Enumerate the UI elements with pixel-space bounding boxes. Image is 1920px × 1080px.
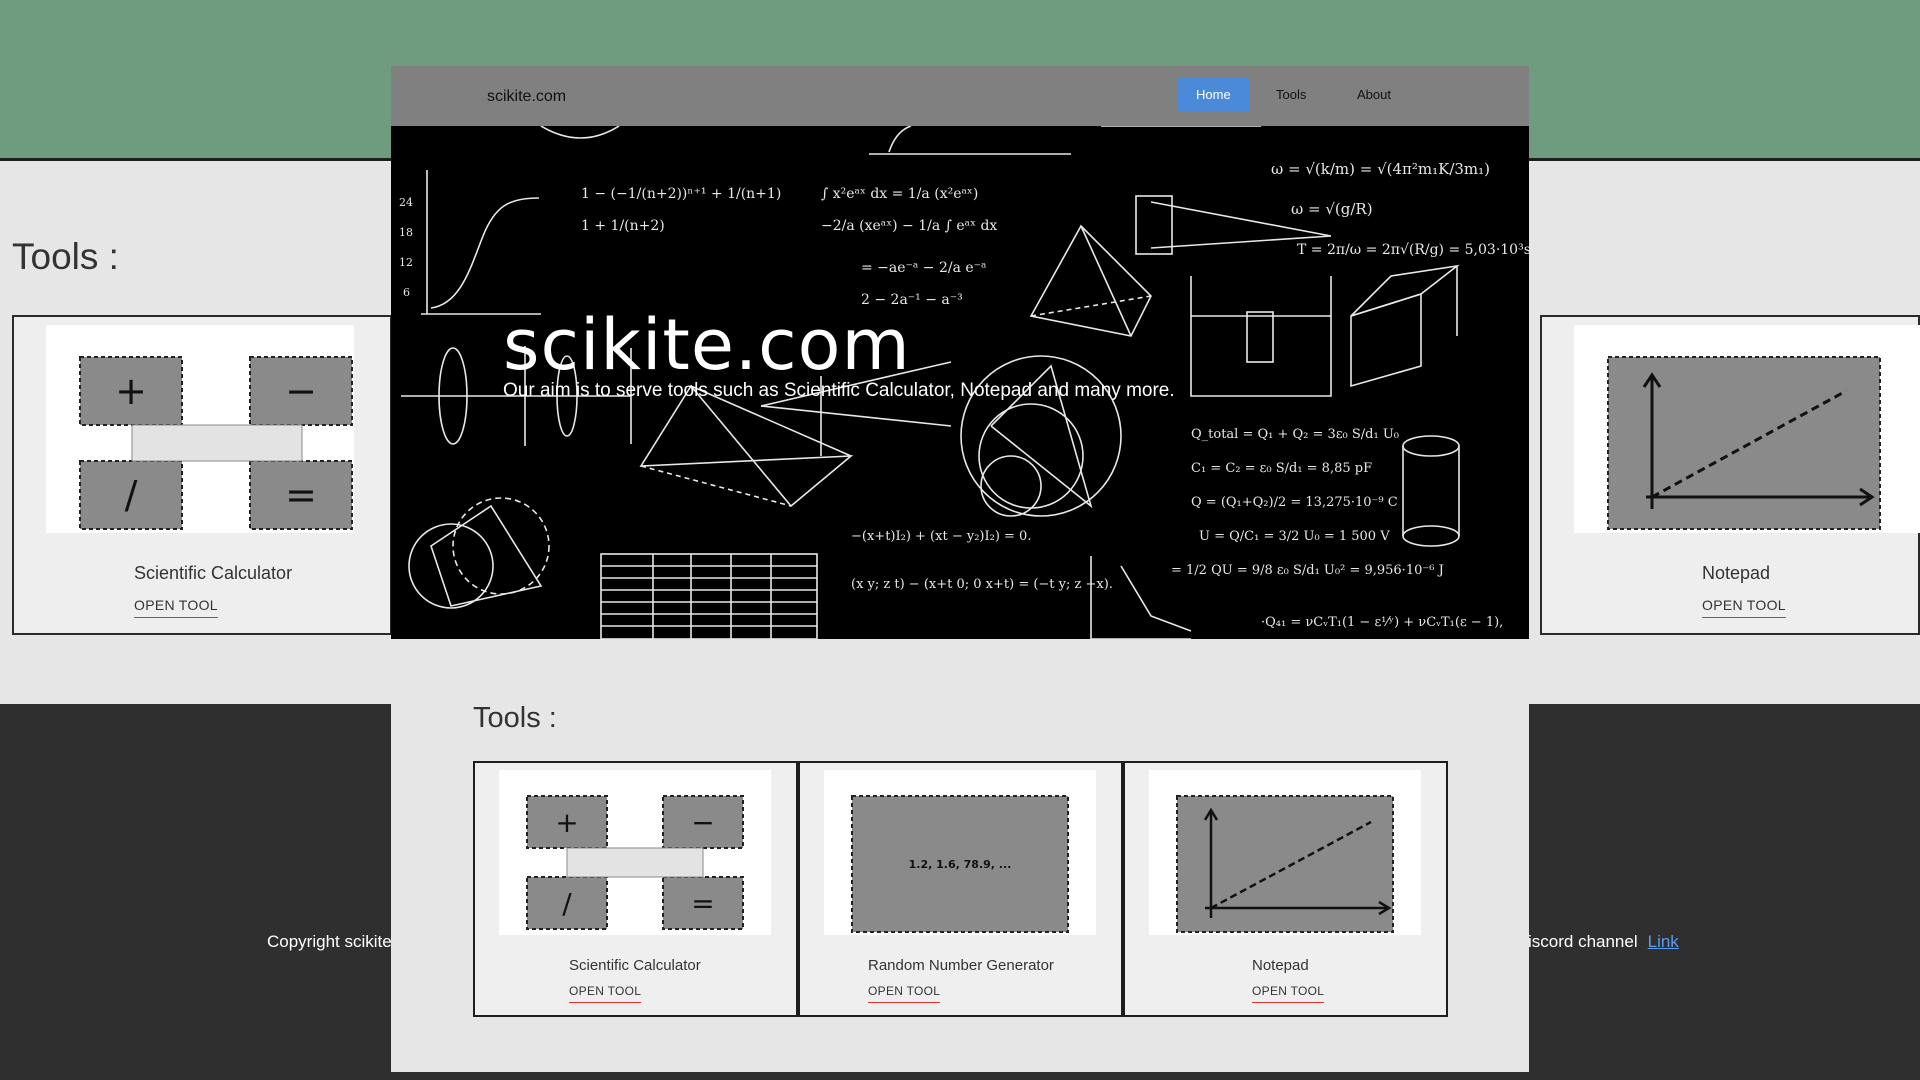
- svg-text:=: =: [285, 473, 317, 517]
- open-tool-link[interactable]: OPEN TOOL: [1252, 984, 1325, 1003]
- svg-text:Q = (Q₁+Q₂)/2 = 13,275·10⁻⁹ C: Q = (Q₁+Q₂)/2 = 13,275·10⁻⁹ C: [1191, 495, 1398, 510]
- background-footer-discord-text: iscord channel: [1528, 932, 1638, 951]
- random-numbers-icon: 1.2, 1.6, 78.9, ...: [824, 770, 1096, 935]
- background-tools-heading: Tools :: [12, 236, 119, 277]
- svg-text:1 − (−1/(n+2))ⁿ⁺¹ + 1/(n+1): 1 − (−1/(n+2))ⁿ⁺¹ + 1/(n+1): [581, 186, 781, 202]
- background-footer-link: Link: [1647, 932, 1679, 951]
- svg-text:T = 2π/ω = 2π√(R/g) = 5,03·10³: T = 2π/ω = 2π√(R/g) = 5,03·10³s.: [1297, 242, 1529, 258]
- svg-text:(x y; z t) − (x+t 0; 0 x+t) =: (x y; z t) − (x+t 0; 0 x+t) = (−t y; z −…: [851, 577, 1113, 592]
- nav-item-about[interactable]: About: [1339, 78, 1409, 112]
- svg-text:6: 6: [403, 286, 410, 299]
- svg-text:18: 18: [399, 226, 413, 239]
- background-open-tool-link: OPEN TOOL: [1702, 597, 1786, 618]
- svg-text:=: =: [691, 887, 714, 920]
- calculator-icon: + − / =: [499, 770, 771, 935]
- svg-text:/: /: [125, 473, 138, 517]
- svg-text:1 + 1/(n+2): 1 + 1/(n+2): [581, 218, 665, 234]
- background-card-scientific-calculator: + − / = Scientific Calculator OPEN TOOL: [12, 315, 392, 635]
- background-footer-copyright: Copyright scikite: [267, 932, 392, 951]
- svg-text:U = Q/C₁ = 3/2 U₀ = 1 500 V: U = Q/C₁ = 3/2 U₀ = 1 500 V: [1199, 529, 1390, 544]
- background-footer-discord: iscord channel Link: [1528, 932, 1679, 952]
- tool-card-title: Random Number Generator: [868, 957, 1054, 974]
- navbar: scikite.com Home Tools About: [391, 66, 1529, 126]
- background-card-title: Notepad: [1702, 563, 1771, 583]
- background-open-tool-link: OPEN TOOL: [134, 597, 218, 618]
- open-tool-link[interactable]: OPEN TOOL: [868, 984, 941, 1003]
- svg-text:/: /: [562, 887, 572, 920]
- browser-window: scikite.com Home Tools About 24 18 12 6 …: [391, 66, 1529, 1072]
- tool-card-scientific-calculator[interactable]: + − / = Scientific Calculator OPEN TOOL: [473, 761, 798, 1017]
- hero-subtitle: Our aim is to serve tools such as Scient…: [503, 380, 1175, 401]
- svg-text:= 1/2 QU = 9/8 ε₀ S/d₁ U₀² = 9: = 1/2 QU = 9/8 ε₀ S/d₁ U₀² = 9,956·10⁻⁶ …: [1171, 563, 1444, 578]
- svg-text:24: 24: [399, 196, 413, 209]
- nav-item-home[interactable]: Home: [1178, 78, 1249, 112]
- brand-logo-text[interactable]: scikite.com: [487, 88, 566, 106]
- hero-title: scikite.com: [503, 304, 911, 386]
- svg-text:C₁ = C₂ = ε₀ S/d₁ = 8,85 pF: C₁ = C₂ = ε₀ S/d₁ = 8,85 pF: [1191, 461, 1372, 476]
- chart-line-icon: [1149, 770, 1421, 935]
- tool-card-notepad[interactable]: Notepad OPEN TOOL: [1123, 761, 1448, 1017]
- tools-heading: Tools :: [473, 702, 557, 734]
- calculator-icon: + − / =: [46, 325, 354, 533]
- svg-text:·Q₄₁ = νCᵥT₁(1 − ε¹⁄ʸ) + νCᵥT₁: ·Q₄₁ = νCᵥT₁(1 − ε¹⁄ʸ) + νCᵥT₁(ε − 1),: [1261, 615, 1503, 630]
- hero-banner: 24 18 12 6 1 − (−1/(n+2))ⁿ⁺¹ + 1/(n+1) 1…: [391, 126, 1529, 639]
- svg-text:ω = √(k/m) = √(4π²m₁K/3m₁): ω = √(k/m) = √(4π²m₁K/3m₁): [1271, 160, 1490, 178]
- tool-card-random-number-generator[interactable]: 1.2, 1.6, 78.9, ... Random Number Genera…: [798, 761, 1123, 1017]
- svg-text:+: +: [115, 369, 147, 413]
- open-tool-link[interactable]: OPEN TOOL: [569, 984, 642, 1003]
- tool-cards: + − / = Scientific Calculator OPEN TOOL …: [473, 761, 1448, 1017]
- svg-text:= −ae⁻ᵃ − 2/a e⁻ᵃ: = −ae⁻ᵃ − 2/a e⁻ᵃ: [861, 260, 987, 276]
- svg-text:−2/a (xeᵃˣ) − 1/a ∫ eᵃˣ dx: −2/a (xeᵃˣ) − 1/a ∫ eᵃˣ dx: [821, 218, 997, 234]
- svg-text:ω = √(g/R): ω = √(g/R): [1291, 200, 1373, 218]
- svg-text:+: +: [555, 806, 578, 839]
- svg-text:−: −: [285, 369, 317, 413]
- svg-text:∫ x²eᵃˣ dx = 1/a (x²eᵃˣ): ∫ x²eᵃˣ dx = 1/a (x²eᵃˣ): [821, 186, 978, 202]
- background-card-notepad: Notepad OPEN TOOL: [1540, 315, 1920, 635]
- svg-text:Q_total = Q₁ + Q₂ = 3ε₀ S/d₁ U: Q_total = Q₁ + Q₂ = 3ε₀ S/d₁ U₀: [1191, 427, 1399, 442]
- svg-text:12: 12: [399, 256, 413, 269]
- chart-line-icon: [1574, 325, 1920, 533]
- svg-text:−: −: [691, 806, 714, 839]
- tool-card-title: Scientific Calculator: [569, 957, 701, 974]
- svg-text:−(x+t)I₂) + (xt − y₂)I₂) = 0.: −(x+t)I₂) + (xt − y₂)I₂) = 0.: [851, 529, 1031, 544]
- random-numbers-sample: 1.2, 1.6, 78.9, ...: [909, 858, 1012, 871]
- background-card-title: Scientific Calculator: [134, 563, 293, 583]
- tool-card-title: Notepad: [1252, 957, 1309, 974]
- nav-item-tools[interactable]: Tools: [1258, 78, 1324, 112]
